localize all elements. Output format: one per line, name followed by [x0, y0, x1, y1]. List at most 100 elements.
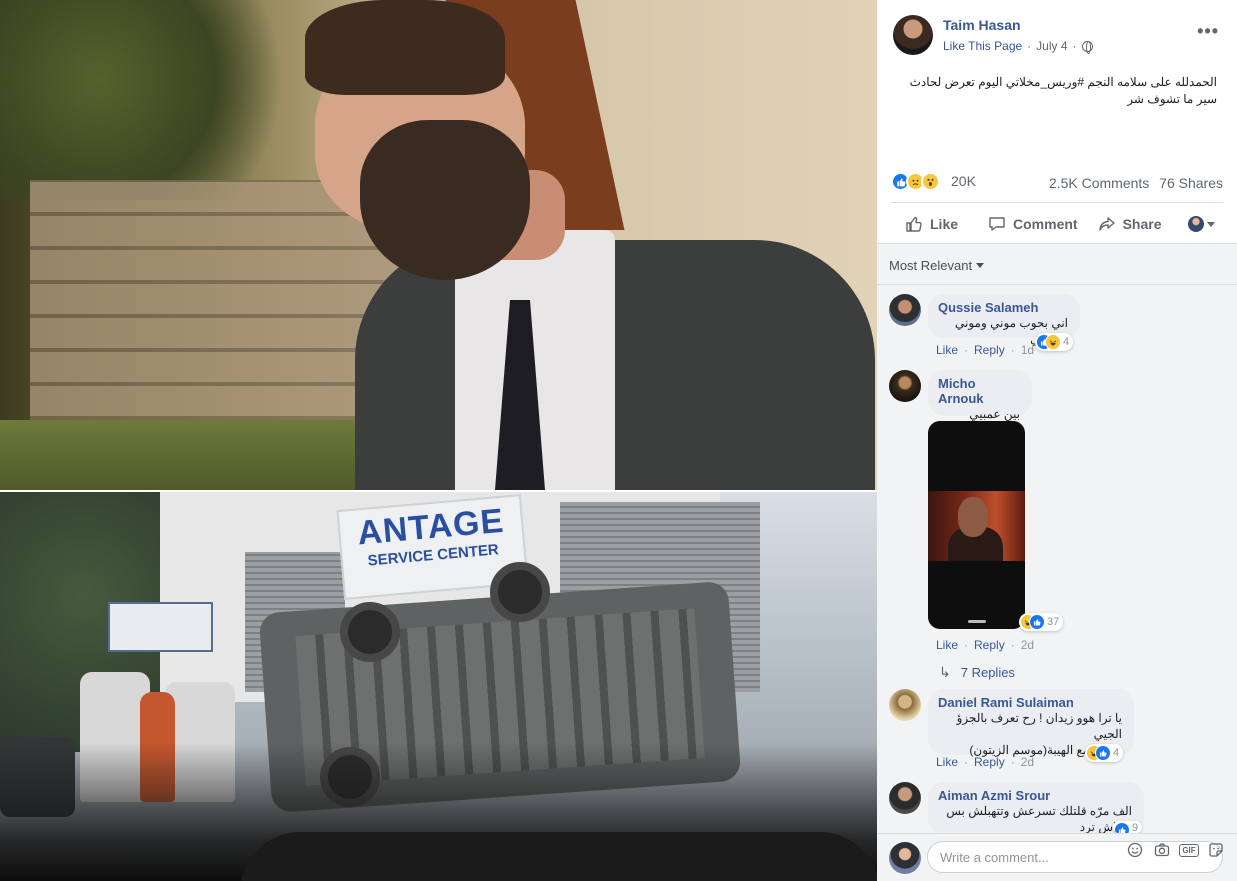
reactions-count: 4	[1063, 336, 1070, 348]
dashboard	[240, 832, 877, 881]
comment-actions: Like · Reply · 2d	[936, 638, 1034, 652]
comment-composer: Write a comment... GIF	[877, 833, 1237, 881]
comment-reactions[interactable]: 9	[1113, 821, 1143, 833]
emoji-icon[interactable]	[1126, 841, 1144, 859]
tire	[340, 602, 400, 662]
sort-comments-dropdown[interactable]: Most Relevant	[889, 258, 985, 273]
globe-icon[interactable]	[1081, 40, 1093, 54]
comment-reply-link[interactable]: Reply	[974, 755, 1005, 769]
shares-count[interactable]: 76 Shares	[1159, 175, 1223, 191]
reactions-count[interactable]: 20K	[951, 173, 976, 189]
commenter-name[interactable]: Aiman Azmi Srour	[938, 788, 1132, 803]
view-replies-link[interactable]: ↳ 7 Replies	[939, 664, 1015, 681]
reaction-icons[interactable]	[891, 172, 940, 191]
gif-handle	[968, 620, 986, 623]
chevron-down-icon	[1206, 221, 1215, 227]
comment-reactions[interactable]: 37	[1019, 613, 1064, 631]
commenter-name[interactable]: Daniel Rami Sulaiman	[938, 695, 1122, 710]
viewer-avatar[interactable]	[889, 842, 921, 874]
reactions-count: 9	[1132, 822, 1139, 833]
commenter-avatar[interactable]	[889, 782, 921, 814]
commenter-avatar[interactable]	[889, 370, 921, 402]
more-options-icon[interactable]: •••	[1197, 21, 1219, 42]
commenter-avatar[interactable]	[889, 689, 921, 721]
meta-separator: ·	[1072, 39, 1077, 53]
thumbs-up-icon	[906, 216, 922, 232]
gif-icon[interactable]: GIF	[1179, 841, 1199, 859]
post-header: Taim Hasan Like This Page · July 4 · •••	[893, 15, 1223, 65]
comment-icon	[989, 217, 1005, 231]
separator: ·	[964, 343, 969, 357]
comments-shares: 2.5K Comments 76 Shares	[1049, 175, 1223, 191]
like-label: Like	[930, 216, 959, 232]
comment-bubble: Micho Arnouk بين عمبيي	[928, 370, 1032, 421]
comment-label: Comment	[1013, 216, 1078, 232]
reactions-count: 4	[1113, 747, 1120, 759]
comment-like-link[interactable]: Like	[936, 755, 958, 769]
viewer: ANTAGE SERVICE CENTER Taim Hasan Like Th…	[0, 0, 1237, 881]
share-button[interactable]: Share	[1090, 209, 1170, 239]
comment-reply-link[interactable]: Reply	[974, 638, 1005, 652]
reaction-as-selector[interactable]	[1187, 216, 1215, 232]
comment-actions: Like · Reply · 2d	[936, 755, 1034, 769]
wow-reaction-icon	[921, 172, 940, 191]
post-actions: Like Comment Share	[891, 207, 1223, 241]
commenter-avatar[interactable]	[889, 294, 921, 326]
like-reaction-icon	[1095, 745, 1111, 761]
foliage	[0, 0, 330, 200]
sort-label: Most Relevant	[889, 258, 973, 273]
comments-count[interactable]: 2.5K Comments	[1049, 175, 1149, 191]
comment-like-link[interactable]: Like	[936, 343, 958, 357]
meta-separator: ·	[1027, 39, 1032, 53]
viewer-mini-avatar	[1187, 216, 1204, 232]
comment-like-link[interactable]: Like	[936, 638, 958, 652]
post-sidebar: Taim Hasan Like This Page · July 4 · •••…	[877, 0, 1237, 881]
sticker-icon[interactable]	[1207, 841, 1225, 859]
comment-actions: Like · Reply · 1d	[936, 343, 1034, 357]
photo-bottom-panel: ANTAGE SERVICE CENTER	[0, 492, 877, 881]
share-icon	[1098, 217, 1115, 231]
post-photo[interactable]: ANTAGE SERVICE CENTER	[0, 0, 877, 881]
author-avatar[interactable]	[893, 15, 933, 55]
comment-button[interactable]: Comment	[980, 209, 1086, 239]
composer-icons: GIF	[1126, 841, 1225, 859]
post-date[interactable]: July 4	[1036, 39, 1067, 53]
divider	[891, 202, 1223, 203]
share-label: Share	[1122, 216, 1162, 232]
comment-reactions[interactable]: 4	[1085, 744, 1124, 762]
comment-text: الف مرّه قلتلك تسرعش وتتهبلش بس بدكاش تر…	[946, 804, 1132, 834]
separator: ·	[1010, 638, 1015, 652]
commenter-name[interactable]: Qussie Salameh	[938, 300, 1068, 315]
separator: ·	[964, 755, 969, 769]
comment-reply-link[interactable]: Reply	[974, 343, 1005, 357]
comment-reactions[interactable]: 4	[1035, 333, 1074, 351]
photo-top-panel	[0, 0, 877, 490]
haha-reaction-icon	[1045, 334, 1061, 350]
separator: ·	[964, 638, 969, 652]
like-reaction-icon	[1029, 614, 1045, 630]
author-name[interactable]: Taim Hasan	[943, 17, 1021, 33]
comment-bubble: Qussie Salameh اني بحوب موني وموني بتحوب…	[928, 294, 1080, 346]
separator: ·	[1010, 755, 1015, 769]
post-meta: Like This Page · July 4 ·	[943, 39, 1093, 54]
post-stats: 20K 2.5K Comments 76 Shares	[891, 170, 1223, 194]
post-text: الحمدلله على سلامه النجم #وريس_مخلاتي ال…	[909, 75, 1217, 106]
man-hair	[305, 0, 505, 95]
comment-text: بين عمبيي	[969, 407, 1020, 421]
like-button[interactable]: Like	[897, 209, 966, 239]
separator: ·	[1010, 343, 1015, 357]
comment-time[interactable]: 2d	[1021, 755, 1034, 769]
like-reaction-icon	[1114, 822, 1130, 833]
reactions-count: 37	[1047, 616, 1060, 628]
comment-gif-image[interactable]	[928, 421, 1025, 629]
gif-figure-face	[958, 497, 988, 537]
gif-frame	[928, 491, 1025, 561]
comment-time[interactable]: 1d	[1021, 343, 1034, 357]
like-page-link[interactable]: Like This Page	[943, 39, 1022, 53]
commenter-name[interactable]: Micho Arnouk	[938, 376, 1020, 406]
replies-label: 7 Replies	[960, 665, 1015, 680]
camera-icon[interactable]	[1153, 841, 1171, 859]
divider	[877, 284, 1237, 285]
man-beard	[360, 120, 530, 280]
comment-time[interactable]: 2d	[1021, 638, 1034, 652]
